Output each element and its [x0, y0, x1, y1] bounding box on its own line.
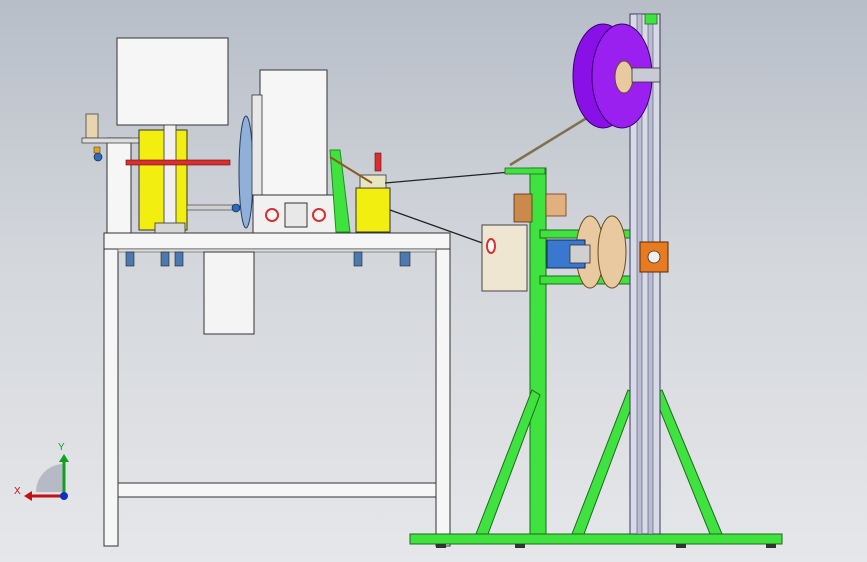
reel [597, 215, 627, 289]
column-cap [644, 13, 658, 25]
frame-diagonal [571, 389, 637, 535]
table-top-lip [117, 248, 437, 253]
table-top [103, 232, 451, 250]
red-rod [125, 159, 231, 166]
frame-base [409, 533, 783, 545]
base-hole [312, 208, 326, 222]
orientation-triad [24, 454, 69, 501]
table-leg-right [435, 243, 451, 547]
fitting-orange [93, 146, 101, 154]
y-arrowhead-icon [59, 454, 69, 462]
spool-hub [614, 60, 634, 94]
base-center [284, 202, 308, 228]
guide-wheel [238, 115, 254, 229]
assembly-scene[interactable] [0, 0, 867, 562]
wire [384, 171, 511, 184]
spindle [163, 124, 177, 234]
control-box-port [486, 238, 496, 254]
red-block [545, 193, 567, 217]
frame-foot [766, 544, 776, 548]
spool-mount [631, 67, 661, 83]
frame-foot [436, 544, 446, 548]
cabinet-side [251, 94, 263, 196]
table-foot [174, 251, 184, 267]
frame-diagonal [653, 389, 723, 535]
fitting [93, 152, 103, 162]
table-foot [160, 251, 170, 267]
axis-y-label: Y [58, 442, 65, 453]
frame-foot [515, 544, 525, 548]
table-foot [125, 251, 135, 267]
cad-viewport[interactable]: X Y [0, 0, 867, 562]
red-valve [374, 152, 382, 172]
table-foot [399, 251, 411, 267]
frame-post [529, 167, 547, 535]
control-box [481, 224, 528, 292]
under-table-box [203, 251, 255, 335]
base-hole [265, 208, 279, 222]
wood-block [513, 193, 533, 223]
wire-routing [384, 106, 604, 246]
cutter-cabinet [259, 69, 328, 196]
yellow-cylinder [138, 129, 188, 231]
triad-plane [36, 464, 64, 492]
table-lower-rail [117, 482, 437, 498]
upper-enclosure [116, 37, 229, 126]
left-module [81, 37, 252, 234]
left-crossbar [81, 137, 143, 144]
x-arrowhead-icon [24, 491, 32, 501]
motor-shaft [569, 244, 591, 264]
bearing [647, 250, 661, 264]
table-foot [353, 251, 363, 267]
frame-foot [676, 544, 686, 548]
center-module [238, 69, 391, 234]
z-axis-icon [60, 492, 68, 500]
left-upright [106, 137, 132, 234]
table-leg-left [103, 243, 119, 547]
fitting [231, 203, 241, 213]
control-box-body [481, 224, 528, 292]
pneumatic-rod [186, 204, 240, 211]
feed-bracket [504, 167, 546, 175]
spindle-collar [154, 222, 186, 234]
axis-x-label: X [14, 486, 21, 497]
left-bracket [85, 113, 99, 139]
yellow-box [355, 187, 391, 233]
workbench [103, 232, 451, 547]
